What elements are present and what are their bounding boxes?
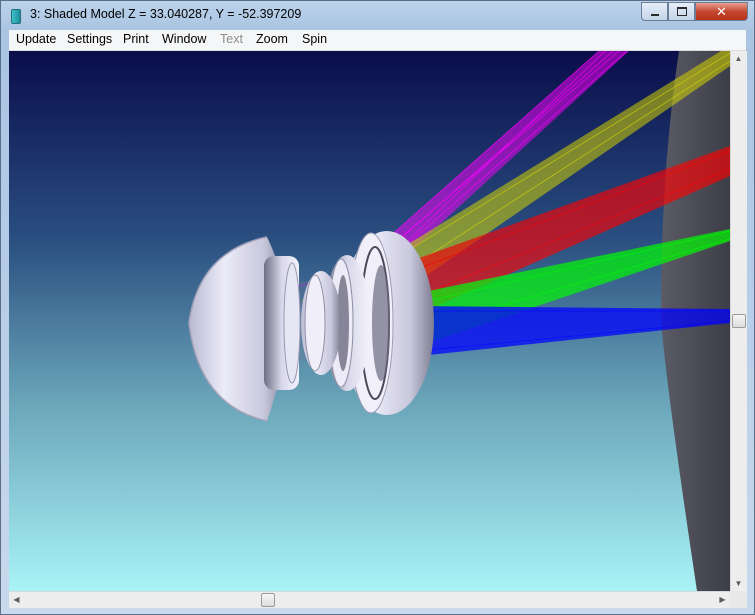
vertical-scrollbar[interactable]: ▲ ▼ [730,51,747,591]
menu-settings[interactable]: Settings [67,32,112,46]
scroll-left-arrow[interactable]: ◀ [9,592,24,607]
app-icon[interactable] [11,9,21,24]
scroll-right-arrow[interactable]: ▶ [715,592,730,607]
vertical-scroll-thumb[interactable] [732,314,746,328]
scrollbar-corner [730,591,747,608]
horizontal-scrollbar[interactable]: ◀ ▶ [9,591,730,608]
shaded-model-scene [188,51,730,591]
menu-bar: Update Settings Print Window Text Zoom S… [9,30,746,51]
menu-spin[interactable]: Spin [302,32,327,46]
menu-print[interactable]: Print [123,32,149,46]
title-bar[interactable]: 3: Shaded Model Z = 33.040287, Y = -52.3… [1,1,754,30]
shaded-model-viewport[interactable] [9,51,730,591]
scroll-down-arrow[interactable]: ▼ [731,576,746,591]
close-icon: ✕ [716,3,727,19]
menu-text: Text [220,32,243,46]
menu-window[interactable]: Window [162,32,206,46]
maximize-button[interactable] [668,2,695,21]
horizontal-scroll-thumb[interactable] [260,593,275,607]
menu-update[interactable]: Update [16,32,56,46]
lens-element-inner [301,271,341,375]
window-title: 3: Shaded Model Z = 33.040287, Y = -52.3… [30,7,302,21]
lens-element-front [188,236,301,422]
app-window: 3: Shaded Model Z = 33.040287, Y = -52.3… [0,0,755,615]
menu-zoom[interactable]: Zoom [256,32,288,46]
close-button[interactable]: ✕ [695,2,748,21]
minimize-button[interactable] [641,2,668,21]
scroll-up-arrow[interactable]: ▲ [731,51,746,66]
